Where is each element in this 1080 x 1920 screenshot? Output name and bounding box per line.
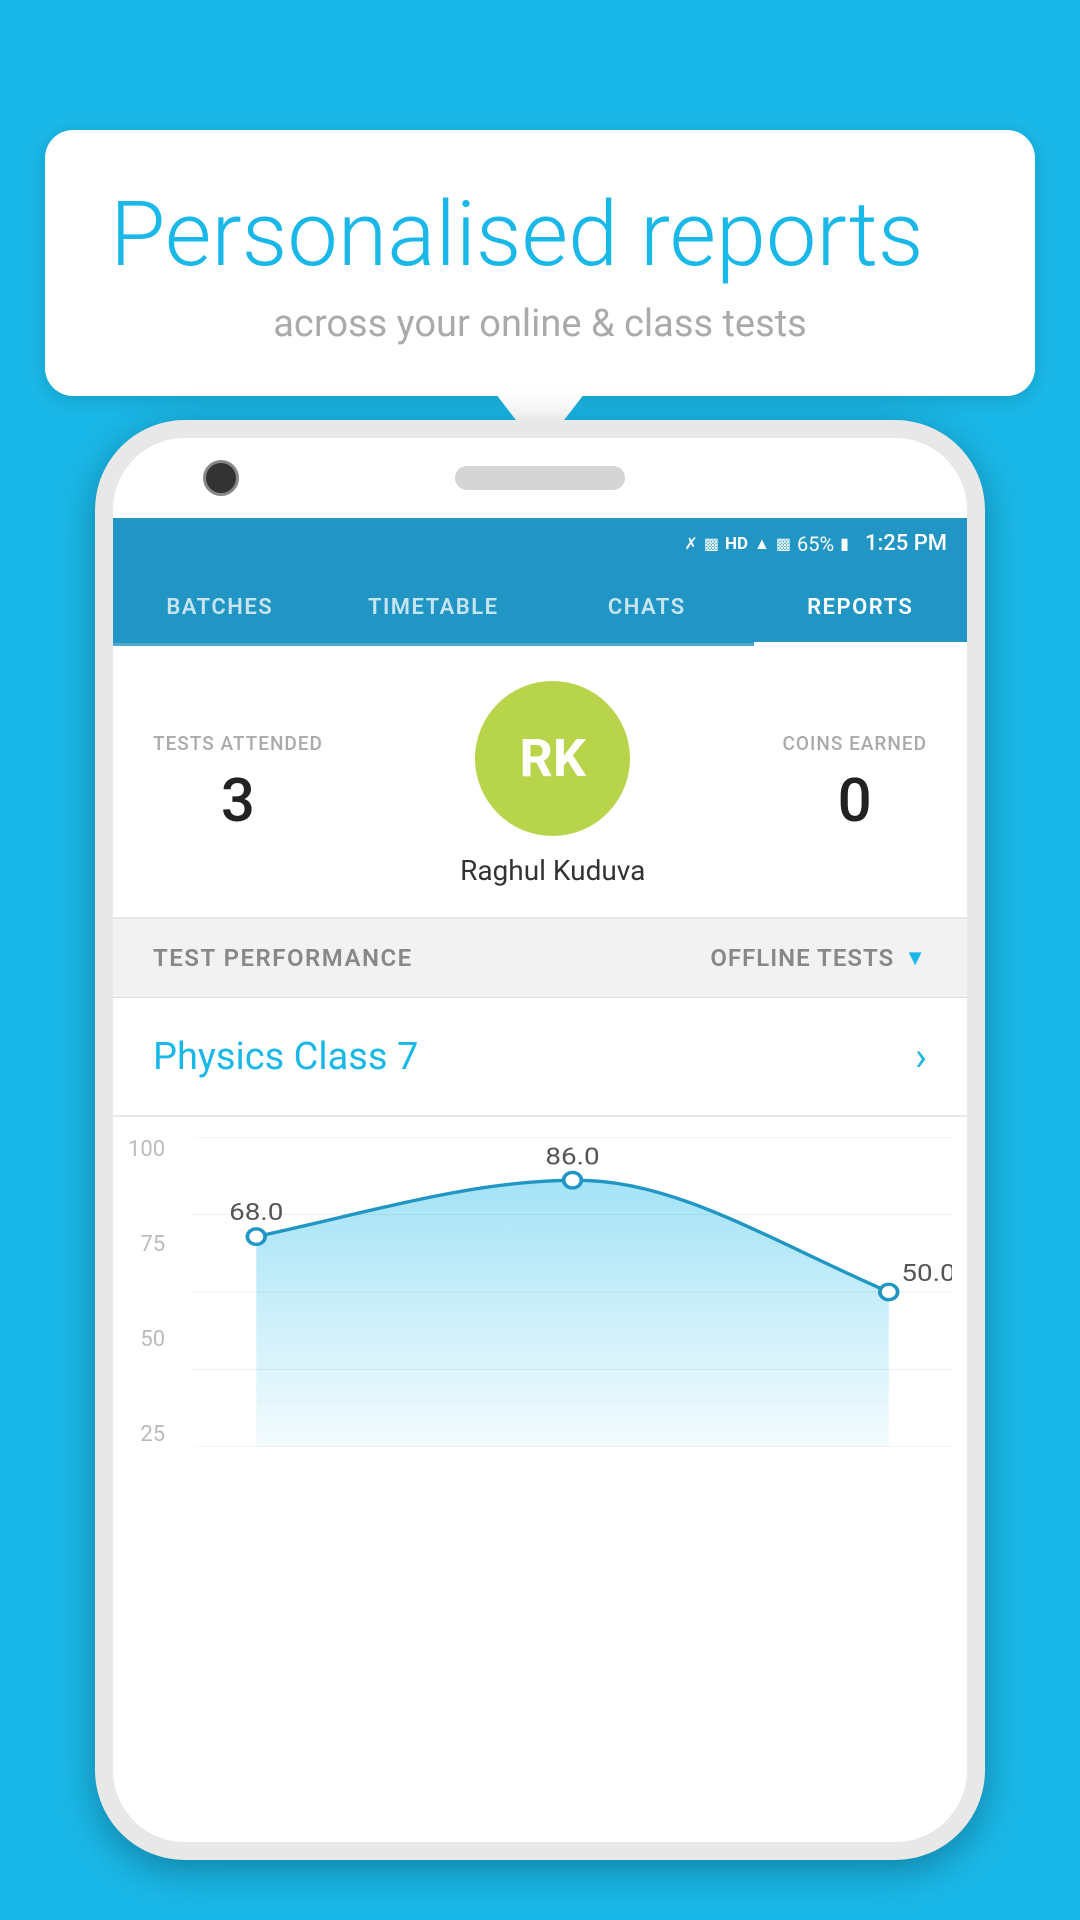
coins-earned-value: 0 <box>782 765 927 836</box>
user-name: Raghul Kuduva <box>460 854 645 887</box>
y-label-75: 75 <box>140 1232 165 1257</box>
phone-outer: ✗ ▩ HD ▲ ▩ 65% ▮ 1:25 PM BATCHES <box>95 420 985 1860</box>
chart-point-2 <box>564 1172 582 1188</box>
section-header: TEST PERFORMANCE OFFLINE TESTS ▼ <box>113 919 967 998</box>
bluetooth-icon: ✗ <box>684 534 697 553</box>
battery-percent: 65% <box>797 532 834 556</box>
offline-tests-label: OFFLINE TESTS <box>710 944 894 972</box>
tab-chats[interactable]: CHATS <box>540 571 754 643</box>
screen: ✗ ▩ HD ▲ ▩ 65% ▮ 1:25 PM BATCHES <box>113 516 967 1842</box>
phone-inner: ✗ ▩ HD ▲ ▩ 65% ▮ 1:25 PM BATCHES <box>113 438 967 1842</box>
chart-svg-wrapper: 68.0 86.0 50.0 <box>193 1137 952 1447</box>
tab-reports[interactable]: REPORTS <box>754 571 968 643</box>
performance-chart: 68.0 86.0 50.0 <box>193 1137 952 1447</box>
nav-tabs: BATCHES TIMETABLE CHATS REPORTS <box>113 571 967 646</box>
status-icons: ✗ ▩ HD ▲ ▩ 65% ▮ <box>684 532 849 556</box>
y-label-25: 25 <box>140 1422 165 1447</box>
y-label-100: 100 <box>128 1137 165 1162</box>
y-label-50: 50 <box>140 1327 165 1352</box>
status-time: 1:25 PM <box>865 531 947 556</box>
speech-bubble: Personalised reports across your online … <box>45 130 1035 396</box>
signal-icon: ▩ <box>776 534 791 553</box>
chart-point-1 <box>247 1229 265 1245</box>
wifi-icon: ▲ <box>754 534 770 554</box>
chevron-down-icon: ▼ <box>904 945 927 971</box>
chart-point-3 <box>880 1284 898 1300</box>
tests-attended-label: TESTS ATTENDED <box>153 732 323 755</box>
vibrate-icon: ▩ <box>704 534 719 553</box>
bubble-title: Personalised reports <box>110 185 970 284</box>
chart-fill <box>256 1180 889 1447</box>
tab-timetable[interactable]: TIMETABLE <box>327 571 541 643</box>
test-performance-title: TEST PERFORMANCE <box>153 944 413 972</box>
tests-attended-value: 3 <box>153 765 323 836</box>
avatar-initials: RK <box>520 728 586 789</box>
chart-area: 100 75 50 25 <box>113 1117 967 1457</box>
phone-wrapper: ✗ ▩ HD ▲ ▩ 65% ▮ 1:25 PM BATCHES <box>95 420 985 1920</box>
battery-icon: ▮ <box>840 534 849 553</box>
profile-section: TESTS ATTENDED 3 RK Raghul Kuduva COINS … <box>113 646 967 919</box>
tests-attended-block: TESTS ATTENDED 3 <box>153 732 323 836</box>
avatar-block: RK Raghul Kuduva <box>460 681 645 887</box>
class-name: Physics Class 7 <box>153 1035 418 1079</box>
hd-icon: HD <box>725 534 748 554</box>
chart-label-3: 50.0 <box>901 1260 952 1288</box>
camera-icon <box>203 460 239 496</box>
tab-batches[interactable]: BATCHES <box>113 571 327 643</box>
coins-earned-label: COINS EARNED <box>782 732 927 755</box>
avatar: RK <box>475 681 630 836</box>
phone-top-bar <box>113 438 967 518</box>
chart-y-labels: 100 75 50 25 <box>128 1137 175 1447</box>
speaker-grille <box>455 466 625 490</box>
chart-label-2: 86.0 <box>545 1143 599 1171</box>
physics-class-row[interactable]: Physics Class 7 › <box>113 998 967 1117</box>
status-bar: ✗ ▩ HD ▲ ▩ 65% ▮ 1:25 PM <box>113 516 967 571</box>
chart-label-1: 68.0 <box>229 1199 283 1227</box>
offline-tests-filter[interactable]: OFFLINE TESTS ▼ <box>710 944 927 972</box>
chevron-right-icon: › <box>915 1033 927 1080</box>
coins-earned-block: COINS EARNED 0 <box>782 732 927 836</box>
bubble-subtitle: across your online & class tests <box>110 302 970 346</box>
